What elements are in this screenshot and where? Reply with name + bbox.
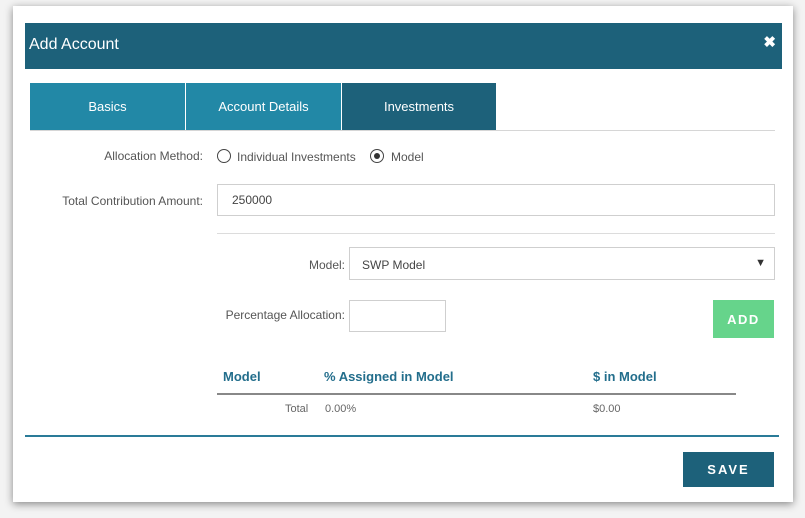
- dialog-header: Add Account ✖: [25, 23, 782, 69]
- total-contribution-input[interactable]: [217, 184, 775, 216]
- total-row-label: Total: [285, 403, 309, 415]
- chevron-down-icon: ▼: [755, 257, 766, 269]
- section-divider: [217, 233, 775, 234]
- radio-model[interactable]: [370, 149, 384, 163]
- dialog-title: Add Account: [29, 36, 119, 53]
- radio-individual-investments[interactable]: [217, 149, 231, 163]
- radio-model-label: Model: [391, 150, 424, 164]
- table-header-percent-assigned: % Assigned in Model: [324, 369, 454, 384]
- model-select-value: SWP Model: [362, 258, 426, 272]
- table-header-divider: [217, 393, 736, 395]
- allocation-method-label: Allocation Method:: [104, 149, 203, 163]
- radio-individual-investments-label: Individual Investments: [237, 150, 356, 164]
- save-button[interactable]: SAVE: [683, 452, 774, 487]
- footer-divider: [25, 435, 779, 437]
- table-header-dollar-in-model: $ in Model: [593, 369, 657, 384]
- tab-investments[interactable]: Investments: [342, 83, 496, 130]
- percentage-allocation-input[interactable]: [349, 300, 446, 332]
- total-percent-value: 0.00%: [325, 403, 357, 415]
- add-account-dialog: Add Account ✖ Basics Account Details Inv…: [13, 6, 793, 502]
- total-contribution-label: Total Contribution Amount:: [62, 194, 203, 208]
- add-button[interactable]: ADD: [713, 300, 774, 338]
- total-amount-value: $0.00: [593, 403, 621, 415]
- tab-divider: [30, 130, 775, 131]
- close-icon[interactable]: ✖: [763, 33, 776, 51]
- percentage-allocation-label: Percentage Allocation:: [225, 308, 345, 322]
- model-select[interactable]: SWP Model ▼: [349, 247, 775, 280]
- model-label: Model:: [308, 258, 345, 272]
- tab-account-details[interactable]: Account Details: [186, 83, 341, 130]
- tab-basics[interactable]: Basics: [30, 83, 185, 130]
- table-header-model: Model: [223, 369, 261, 384]
